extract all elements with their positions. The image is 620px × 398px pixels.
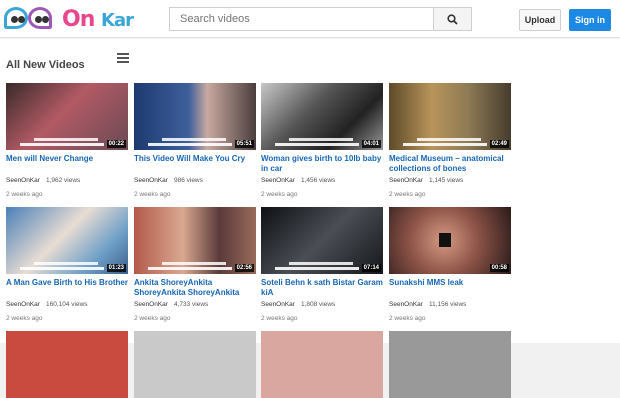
channel-link[interactable]: SeenOnKar — [134, 301, 168, 308]
view-count: 4,733 views — [173, 301, 209, 308]
video-thumbnail[interactable]: 05:51 — [134, 83, 256, 150]
video-card[interactable]: 07:14 Soteli Behn k sath Bistar Garam ki… — [261, 207, 383, 322]
upload-age: 2 weeks ago — [6, 191, 43, 198]
view-count: 1,145 views — [428, 177, 464, 184]
video-thumbnail[interactable]: 00:22 — [6, 83, 128, 150]
video-title-link[interactable]: Men will Never Change — [6, 154, 128, 174]
upload-age: 2 weeks ago — [134, 191, 171, 198]
video-title-link[interactable]: Medical Museum – anatomical collections … — [389, 154, 511, 174]
video-duration: 00:58 — [489, 264, 509, 272]
view-count: 160,104 views — [45, 301, 88, 308]
search-bar — [169, 7, 472, 31]
video-thumbnail[interactable]: 04:01 — [261, 83, 383, 150]
section-title: All New Videos — [6, 59, 85, 71]
video-card[interactable]: 01:23 A Man Gave Birth to His Brother Se… — [6, 207, 128, 322]
video-title-link[interactable]: Ankita ShoreyAnkita ShoreyAnkita ShoreyA… — [134, 278, 256, 298]
list-view-icon[interactable] — [117, 53, 129, 63]
video-duration: 02:49 — [489, 140, 509, 148]
video-card[interactable] — [134, 331, 256, 398]
upload-age: 2 weeks ago — [134, 315, 171, 322]
censor-bar — [439, 233, 451, 247]
channel-link[interactable]: SeenOnKar — [6, 177, 40, 184]
video-duration: 02:56 — [234, 264, 254, 272]
video-title-link[interactable]: A Man Gave Birth to His Brother — [6, 278, 128, 298]
video-card[interactable]: 04:01 Woman gives birth to 10lb baby in … — [261, 83, 383, 198]
video-card[interactable]: 02:56 Ankita ShoreyAnkita ShoreyAnkita S… — [134, 207, 256, 322]
main-content: All New Videos 00:22 Men will Never Chan… — [0, 39, 620, 398]
top-navbar: On Kar Upload Sign in — [0, 0, 620, 38]
video-thumbnail[interactable] — [261, 331, 383, 398]
upload-button[interactable]: Upload — [519, 9, 561, 31]
channel-link[interactable]: SeenOnKar — [6, 301, 40, 308]
signin-button[interactable]: Sign in — [569, 9, 611, 31]
channel-link[interactable]: SeenOnKar — [389, 177, 423, 184]
video-duration: 04:01 — [361, 140, 381, 148]
video-thumbnail[interactable]: 07:14 — [261, 207, 383, 274]
upload-age: 2 weeks ago — [389, 191, 426, 198]
video-thumbnail[interactable]: 01:23 — [6, 207, 128, 274]
video-duration: 00:22 — [106, 140, 126, 148]
upload-age: 2 weeks ago — [6, 315, 43, 322]
search-button[interactable] — [433, 7, 472, 31]
channel-link[interactable]: SeenOnKar — [261, 301, 295, 308]
video-title-link[interactable]: This Video Will Make You Cry — [134, 154, 256, 174]
search-input[interactable] — [169, 7, 433, 31]
video-thumbnail[interactable]: 02:49 — [389, 83, 511, 150]
video-card[interactable] — [261, 331, 383, 398]
video-card[interactable]: 00:58 Sunakshi MMS leak SeenOnKar 11,156 … — [389, 207, 511, 322]
video-title-link[interactable]: Woman gives birth to 10lb baby in car — [261, 154, 383, 174]
channel-link[interactable]: SeenOnKar — [134, 177, 168, 184]
channel-link[interactable]: SeenOnKar — [261, 177, 295, 184]
video-duration: 07:14 — [361, 264, 381, 272]
view-count: 1,808 views — [300, 301, 336, 308]
logo-text: On Kar — [62, 6, 134, 32]
view-count: 1,962 views — [45, 177, 81, 184]
view-count: 1,456 views — [300, 177, 336, 184]
video-thumbnail[interactable] — [134, 331, 256, 398]
video-thumbnail[interactable] — [6, 331, 128, 398]
video-title-link[interactable]: Soteli Behn k sath Bistar Garam kiA — [261, 278, 383, 298]
channel-link[interactable]: SeenOnKar — [389, 301, 423, 308]
video-title-link[interactable]: Sunakshi MMS leak — [389, 278, 511, 298]
video-card[interactable] — [389, 331, 511, 398]
video-card[interactable]: 00:22 Men will Never Change SeenOnKar 1,9… — [6, 83, 128, 198]
upload-age: 2 weeks ago — [261, 315, 298, 322]
upload-age: 2 weeks ago — [261, 191, 298, 198]
video-thumbnail[interactable]: 02:56 — [134, 207, 256, 274]
video-card[interactable] — [6, 331, 128, 398]
search-icon — [447, 13, 458, 25]
upload-age: 2 weeks ago — [389, 315, 426, 322]
view-count: 11,156 views — [428, 301, 467, 308]
logo-bubbles-icon — [4, 5, 60, 33]
video-thumbnail[interactable] — [389, 331, 511, 398]
video-thumbnail[interactable]: 00:58 — [389, 207, 511, 274]
view-count: 986 views — [173, 177, 203, 184]
video-duration: 01:23 — [106, 264, 126, 272]
video-card[interactable]: 02:49 Medical Museum – anatomical collec… — [389, 83, 511, 198]
video-card[interactable]: 05:51 This Video Will Make You Cry SeenO… — [134, 83, 256, 198]
site-logo[interactable]: On Kar — [4, 5, 134, 33]
video-duration: 05:51 — [234, 140, 254, 148]
